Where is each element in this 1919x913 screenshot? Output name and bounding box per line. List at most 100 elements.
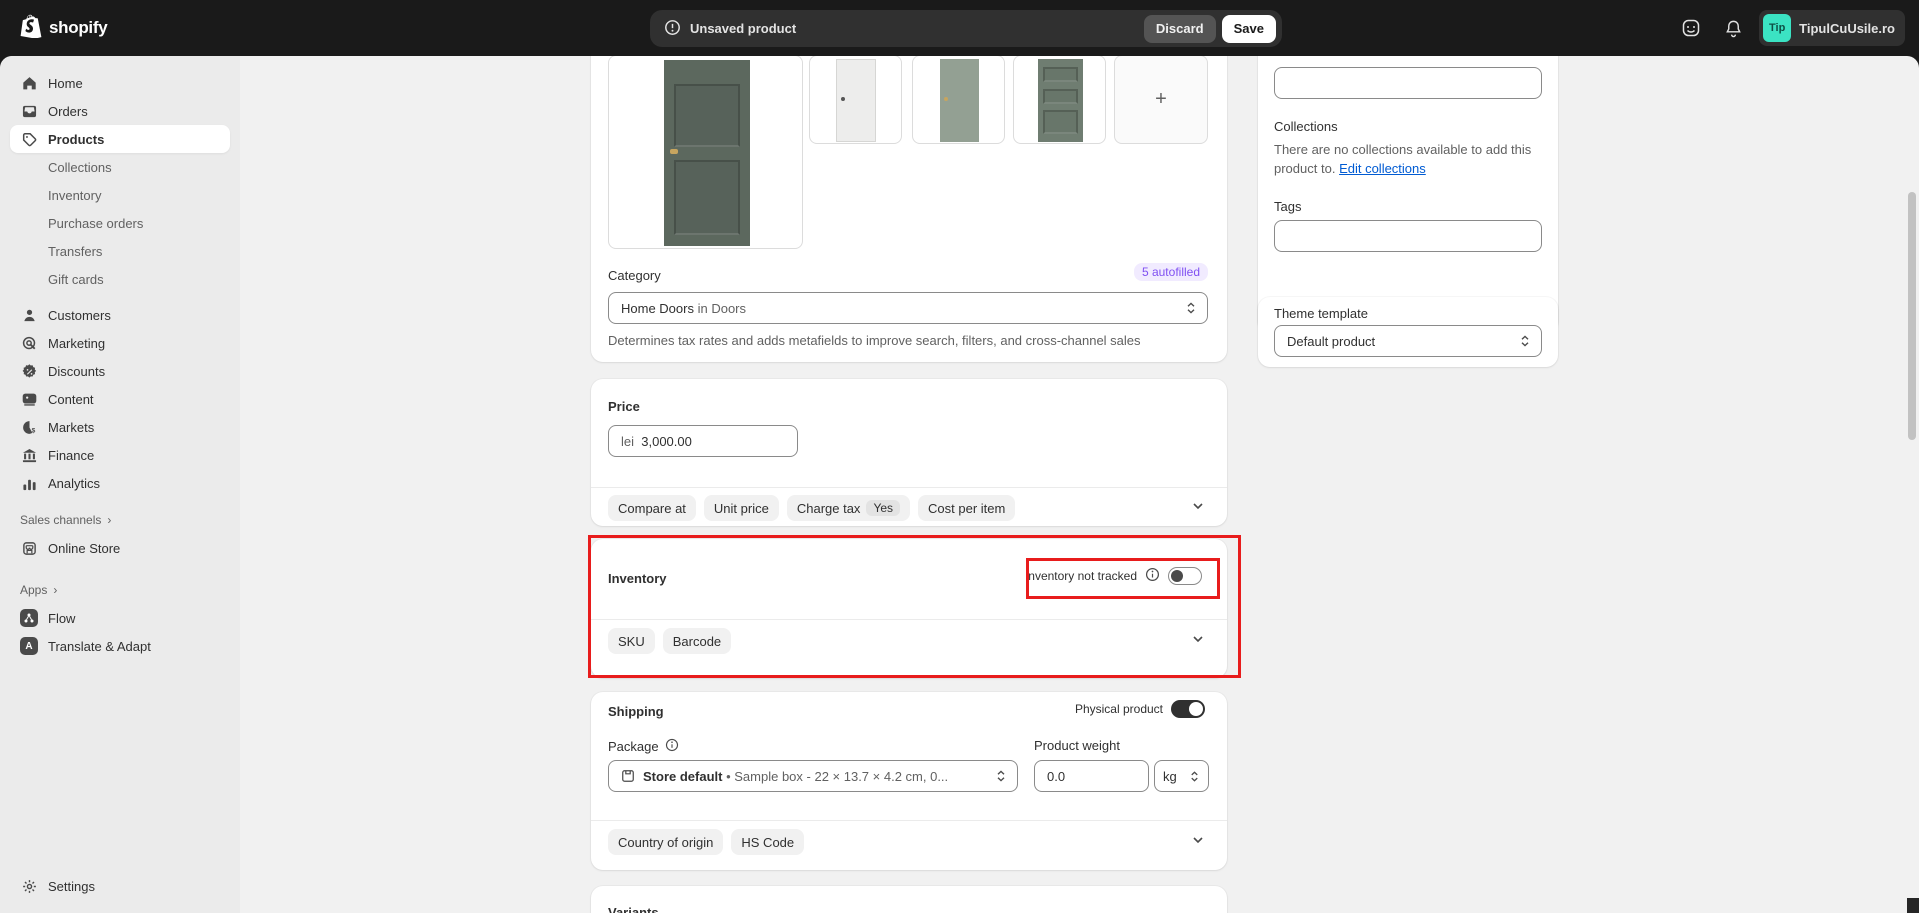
- analytics-icon: [20, 476, 38, 491]
- barcode-pill[interactable]: Barcode: [662, 628, 732, 654]
- vendor-input[interactable]: [1274, 67, 1542, 99]
- compare-at-pill[interactable]: Compare at: [608, 495, 696, 521]
- unsaved-alert-bar: Unsaved product Discard Save: [650, 10, 1282, 47]
- currency-prefix: lei: [621, 433, 635, 449]
- info-icon[interactable]: [1145, 567, 1160, 585]
- cost-per-item-pill[interactable]: Cost per item: [918, 495, 1016, 521]
- sidebar-item-flow[interactable]: Flow: [10, 604, 230, 632]
- discard-button[interactable]: Discard: [1143, 14, 1216, 43]
- weight-unit-select[interactable]: kg: [1154, 760, 1209, 792]
- price-input[interactable]: lei 3,000.00: [608, 425, 798, 457]
- sidebar-item-finance[interactable]: Finance: [10, 441, 230, 469]
- package-select[interactable]: Store default • Sample box - 22 × 13.7 ×…: [608, 760, 1018, 792]
- store-name: TipulCuUsile.ro: [1799, 20, 1895, 36]
- unit-price-pill[interactable]: Unit price: [703, 495, 779, 521]
- category-select[interactable]: Home Doors in Doors: [608, 292, 1208, 324]
- physical-product-label: Physical product: [1074, 702, 1163, 716]
- content-frame: Home Orders Products Collections Invento…: [0, 56, 1919, 913]
- apps-header[interactable]: Apps ›: [10, 576, 230, 604]
- topbar: shopify Unsaved product Discard Save Tip…: [0, 0, 1919, 56]
- expand-chevron-icon[interactable]: [1191, 833, 1205, 850]
- product-media-category-card: + Category 5 autofilled Home Doors in Do…: [591, 56, 1227, 362]
- plus-icon: +: [1155, 88, 1167, 110]
- category-helper-text: Determines tax rates and adds metafields…: [608, 333, 1141, 348]
- edit-collections-link[interactable]: Edit collections: [1339, 161, 1426, 176]
- scrollbar-corner: [1907, 898, 1919, 913]
- expand-chevron-icon[interactable]: [1191, 632, 1205, 649]
- select-arrows-icon: [1185, 301, 1197, 315]
- physical-product-toggle[interactable]: [1171, 700, 1205, 718]
- sku-pill[interactable]: SKU: [608, 628, 655, 654]
- sidebar-item-gift-cards[interactable]: Gift cards: [10, 265, 230, 293]
- sidebar-item-translate-adapt[interactable]: A Translate & Adapt: [10, 632, 230, 660]
- tags-input[interactable]: [1274, 220, 1542, 252]
- chevron-right-icon: ›: [53, 583, 58, 597]
- category-label: Category: [608, 268, 661, 283]
- inventory-card: Inventory Inventory not tracked SKU Barc…: [591, 539, 1227, 678]
- vendor-label: Vendor: [1274, 56, 1315, 59]
- country-of-origin-pill[interactable]: Country of origin: [608, 829, 724, 855]
- markets-icon: $: [20, 420, 38, 435]
- sidebar-item-inventory[interactable]: Inventory: [10, 181, 230, 209]
- save-button[interactable]: Save: [1221, 14, 1276, 43]
- sidebar-item-collections[interactable]: Collections: [10, 153, 230, 181]
- price-title: Price: [608, 399, 640, 414]
- assistant-icon[interactable]: [1675, 12, 1707, 44]
- vertical-scrollbar[interactable]: [1908, 192, 1916, 440]
- package-label: Package: [608, 739, 659, 754]
- sidebar-item-markets[interactable]: $ Markets: [10, 413, 230, 441]
- inventory-not-tracked-label: Inventory not tracked: [1024, 569, 1137, 583]
- marketing-icon: [20, 336, 38, 351]
- home-icon: [20, 76, 38, 91]
- product-image-thumb-3[interactable]: [1013, 56, 1106, 144]
- shopify-logo[interactable]: shopify: [20, 14, 108, 41]
- sidebar-item-settings[interactable]: Settings: [10, 872, 230, 900]
- price-card: Price lei 3,000.00 Compare at Unit price…: [591, 379, 1227, 526]
- orders-icon: [20, 104, 38, 119]
- sidebar-item-analytics[interactable]: Analytics: [10, 469, 230, 497]
- svg-text:$: $: [31, 427, 35, 434]
- sidebar-item-orders[interactable]: Orders: [10, 97, 230, 125]
- product-weight-input[interactable]: 0.0: [1034, 760, 1149, 792]
- variants-card: Variants: [591, 886, 1227, 913]
- collections-empty-text: There are no collections available to ad…: [1274, 142, 1532, 176]
- sidebar-item-products[interactable]: Products: [10, 125, 230, 153]
- inventory-title: Inventory: [608, 571, 667, 586]
- product-image-thumb-2[interactable]: [912, 56, 1005, 144]
- sidebar-item-transfers[interactable]: Transfers: [10, 237, 230, 265]
- sidebar-item-discounts[interactable]: Discounts: [10, 357, 230, 385]
- hs-code-pill[interactable]: HS Code: [731, 829, 805, 855]
- finance-icon: [20, 448, 38, 463]
- sidebar-item-purchase-orders[interactable]: Purchase orders: [10, 209, 230, 237]
- inventory-tracked-toggle[interactable]: [1168, 567, 1202, 585]
- sidebar-item-marketing[interactable]: Marketing: [10, 329, 230, 357]
- organization-card: Vendor Collections There are no collecti…: [1258, 56, 1558, 333]
- settings-gear-icon: [20, 879, 38, 894]
- select-arrows-icon: [1519, 334, 1531, 348]
- product-image-thumb-1[interactable]: [809, 56, 902, 144]
- product-image-main[interactable]: [608, 56, 803, 249]
- theme-template-select[interactable]: Default product: [1274, 325, 1542, 357]
- sidebar-item-customers[interactable]: Customers: [10, 301, 230, 329]
- content-icon: [20, 392, 38, 407]
- charge-tax-pill[interactable]: Charge tax Yes: [786, 495, 911, 521]
- divider: [591, 820, 1227, 821]
- add-media-button[interactable]: +: [1114, 56, 1208, 144]
- products-tag-icon: [20, 132, 38, 147]
- expand-chevron-icon[interactable]: [1191, 499, 1205, 516]
- sales-channels-header[interactable]: Sales channels ›: [10, 506, 230, 534]
- sidebar-item-content[interactable]: Content: [10, 385, 230, 413]
- shipping-title: Shipping: [608, 704, 664, 719]
- info-icon[interactable]: [665, 738, 679, 755]
- store-menu[interactable]: Tip TipulCuUsile.ro: [1759, 10, 1905, 46]
- autofilled-badge: 5 autofilled: [1133, 263, 1208, 281]
- customers-icon: [20, 308, 38, 323]
- chevron-right-icon: ›: [107, 513, 112, 527]
- online-store-icon: [20, 541, 38, 556]
- tags-label: Tags: [1274, 199, 1302, 214]
- logo-text: shopify: [49, 17, 108, 37]
- notifications-bell-icon[interactable]: [1717, 12, 1749, 44]
- sidebar-item-home[interactable]: Home: [10, 69, 230, 97]
- store-avatar: Tip: [1763, 14, 1792, 42]
- sidebar-item-online-store[interactable]: Online Store: [10, 534, 230, 562]
